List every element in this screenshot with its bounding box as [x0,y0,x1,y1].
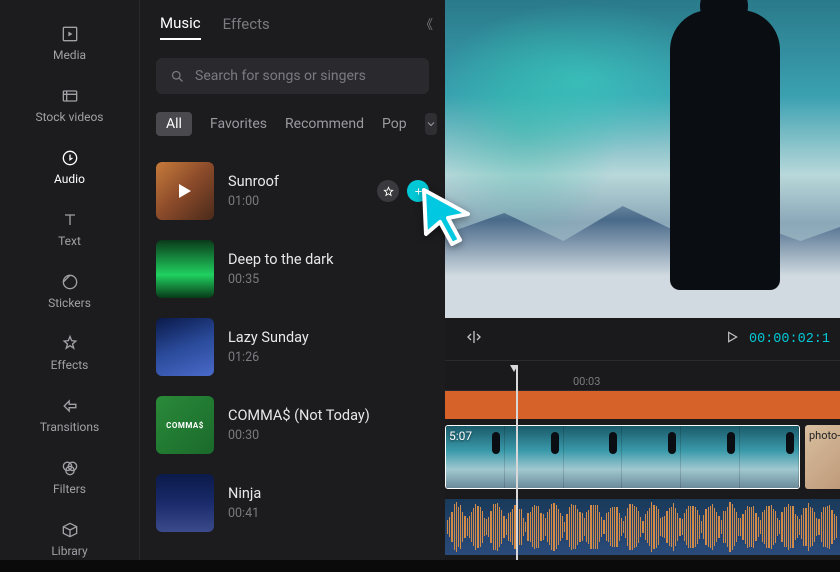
stock-icon [60,86,80,106]
library-icon [60,520,80,540]
sidebar-item-label: Audio [54,172,85,186]
effects-icon [60,334,80,354]
timeline-track-marker[interactable] [445,391,840,419]
sidebar-item-text[interactable]: Text [0,200,139,262]
sidebar-item-audio[interactable]: Audio [0,138,139,200]
song-title: Deep to the dark [228,251,333,268]
ruler-tick: 00:03 [573,375,600,388]
chevron-down-icon [425,118,437,130]
sidebar-item-filters[interactable]: Filters [0,448,139,510]
sidebar-item-label: Stickers [48,296,91,310]
song-item[interactable]: Sunroof 01:00 [156,152,429,230]
sidebar-item-label: Media [53,48,86,62]
playhead[interactable] [516,365,518,560]
favorite-button[interactable] [377,180,399,202]
song-duration: 00:30 [228,428,370,443]
tutorial-cursor-icon [418,186,478,254]
video-clip[interactable] [445,425,800,489]
tab-music[interactable]: Music [160,14,201,40]
preview-timeline-area: 00:00:02:1 00:03 5:07 photo- [445,0,840,560]
song-duration: 01:26 [228,350,309,365]
search-icon [170,69,185,84]
playback-controls: 00:00:02:1 [445,318,840,360]
sidebar-item-label: Transitions [40,420,99,434]
chip-more-button[interactable] [425,113,437,135]
filters-icon [60,458,80,478]
collapse-panel-icon[interactable]: 《 [420,14,433,33]
sidebar-item-transitions[interactable]: Transitions [0,386,139,448]
sidebar-item-label: Library [51,544,87,558]
sidebar-item-effects[interactable]: Effects [0,324,139,386]
sidebar-item-label: Effects [51,358,89,372]
timeline-ruler[interactable]: 00:03 [445,361,840,391]
clip-duration-label: 5:07 [449,429,472,443]
chip-pop[interactable]: Pop [382,116,407,132]
song-thumbnail[interactable] [156,240,214,298]
tab-effects[interactable]: Effects [223,15,270,39]
audio-track[interactable] [445,499,840,555]
song-thumbnail[interactable] [156,474,214,532]
song-title: Sunroof [228,173,279,190]
sidebar-item-media[interactable]: Media [0,14,139,76]
song-duration: 01:00 [228,194,279,209]
stickers-icon [60,272,80,292]
text-icon [60,210,80,230]
sidebar-rail: Media Stock videos Audio Text Stickers E… [0,0,140,560]
song-item[interactable]: Ninja 00:41 [156,464,429,542]
sidebar-item-stock[interactable]: Stock videos [0,76,139,138]
audio-panel: Music Effects 《 Search for songs or sing… [140,0,445,560]
chip-recommend[interactable]: Recommend [285,116,364,132]
media-icon [60,24,80,44]
audio-icon [60,148,80,168]
song-item[interactable]: COMMA$ (Not Today) 00:30 [156,386,429,464]
search-input[interactable]: Search for songs or singers [156,58,429,94]
sidebar-item-label: Filters [53,482,86,496]
sidebar-item-label: Stock videos [35,110,103,124]
song-title: Ninja [228,485,261,502]
star-icon [383,186,394,197]
song-list: Sunroof 01:00 Deep to the dark 00:35 L [140,146,445,560]
mirror-button[interactable] [465,328,483,350]
category-chips: All Favorites Recommend Pop [140,102,445,146]
song-duration: 00:41 [228,506,261,521]
clip-photo-label: photo- [809,429,840,442]
sidebar-item-stickers[interactable]: Stickers [0,262,139,324]
timeline[interactable]: 00:03 5:07 photo- [445,360,840,560]
transitions-icon [60,396,80,416]
song-thumbnail[interactable] [156,318,214,376]
song-duration: 00:35 [228,272,333,287]
search-placeholder: Search for songs or singers [195,68,366,84]
timecode: 00:00:02:1 [749,332,830,347]
song-title: COMMA$ (Not Today) [228,407,370,424]
song-item[interactable]: Deep to the dark 00:35 [156,230,429,308]
play-button[interactable] [724,329,740,349]
chip-all[interactable]: All [156,112,192,136]
chip-favorites[interactable]: Favorites [210,116,267,132]
sidebar-item-label: Text [58,234,81,248]
video-preview[interactable] [445,0,840,318]
song-title: Lazy Sunday [228,329,309,346]
song-thumbnail[interactable] [156,162,214,220]
song-thumbnail[interactable] [156,396,214,454]
song-item[interactable]: Lazy Sunday 01:26 [156,308,429,386]
sidebar-item-library[interactable]: Library [0,510,139,572]
